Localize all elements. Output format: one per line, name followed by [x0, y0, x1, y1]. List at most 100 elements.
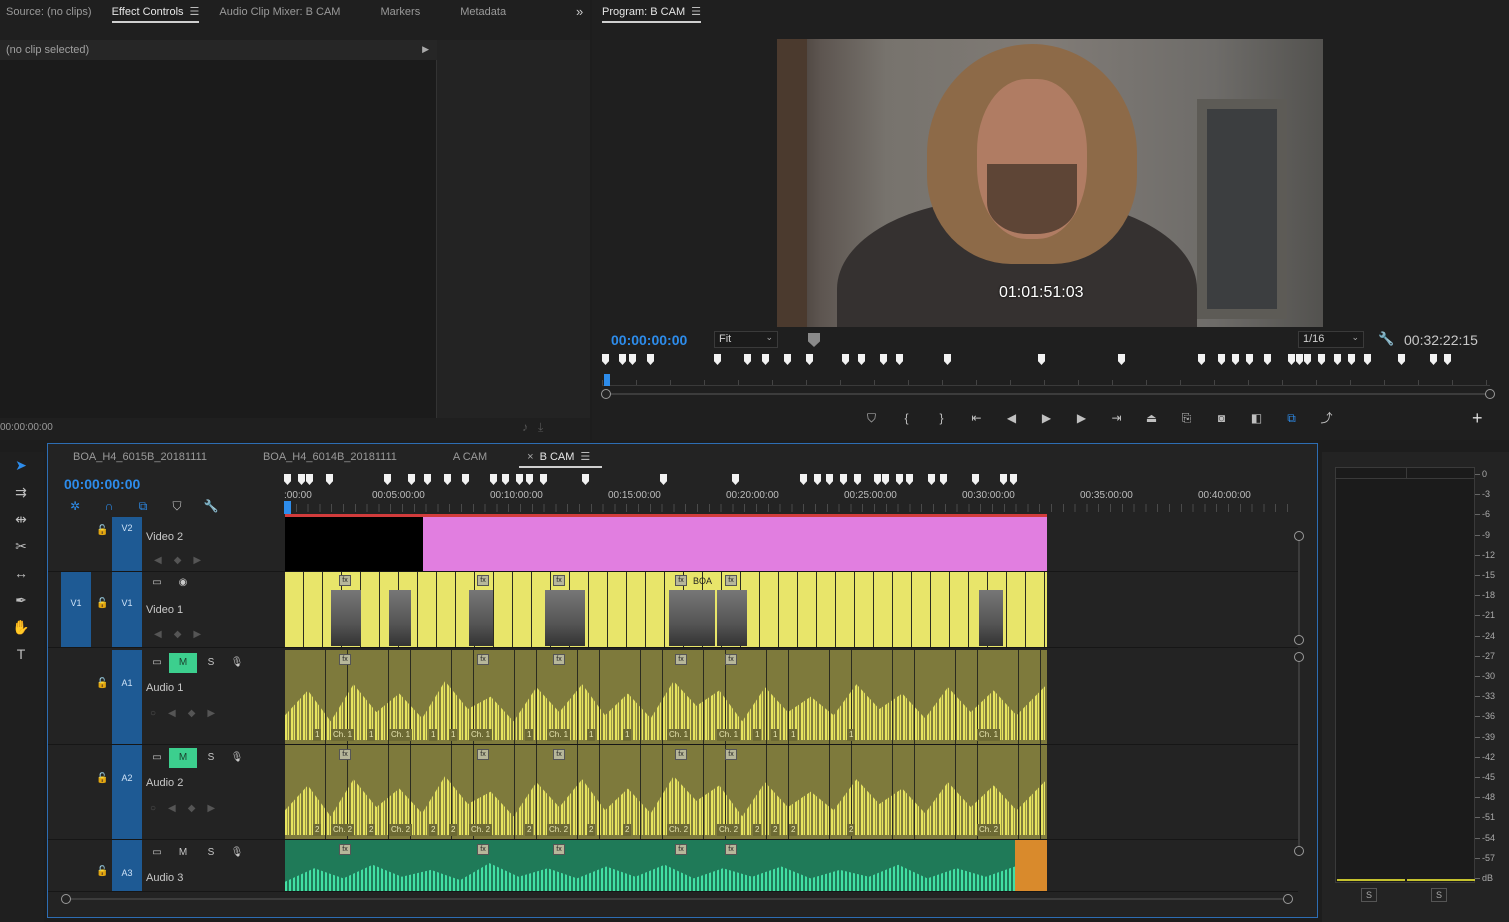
marker-icon[interactable] — [928, 474, 935, 485]
marker-icon[interactable] — [1246, 354, 1253, 365]
marker-icon[interactable] — [880, 354, 887, 365]
type-tool-icon[interactable]: T — [3, 641, 39, 668]
play-audio-icon[interactable]: ♪ — [522, 420, 538, 434]
marker-icon[interactable] — [826, 474, 833, 485]
marker-icon[interactable] — [424, 474, 431, 485]
clip-a3-orange[interactable] — [1015, 840, 1047, 891]
resolution-select[interactable]: 1/16 ⌄ — [1298, 331, 1364, 348]
marker-icon[interactable] — [1264, 354, 1271, 365]
track-target-a2[interactable]: A2 — [112, 745, 142, 839]
panel-menu-icon[interactable]: ☰ — [691, 0, 701, 24]
multicam-icon[interactable]: ⧉ — [1274, 408, 1309, 428]
fx-badge-icon[interactable]: fx — [339, 654, 351, 665]
lock-icon[interactable]: 🔓 — [96, 598, 108, 609]
tab-audio-clip-mixer[interactable]: Audio Clip Mixer: B CAM — [209, 0, 350, 26]
microphone-icon[interactable]: 🎙 — [228, 846, 246, 860]
timeline-playhead[interactable] — [284, 501, 291, 514]
tab-effect-controls[interactable]: Effect Controls ☰ — [102, 0, 210, 26]
track-target-v2[interactable]: V2 — [112, 517, 142, 571]
solo-button-a2[interactable]: S — [202, 751, 220, 765]
marker-icon[interactable] — [660, 474, 667, 485]
tab-sequence-6015b[interactable]: BOA_H4_6015B_20181111 — [63, 446, 229, 468]
clip-v2-pink[interactable] — [423, 517, 1047, 571]
add-button[interactable]: + — [1472, 408, 1483, 429]
marker-icon[interactable] — [1348, 354, 1355, 365]
wrench-icon[interactable]: 🔧 — [1378, 331, 1394, 347]
double-chevron-right-icon[interactable]: » — [566, 0, 593, 26]
panel-menu-icon[interactable]: ☰ — [580, 446, 590, 468]
marker-icon[interactable] — [762, 354, 769, 365]
marker-icon[interactable] — [540, 474, 547, 485]
marker-icon[interactable] — [896, 354, 903, 365]
marker-icon[interactable] — [1198, 354, 1205, 365]
marker-icon[interactable] — [306, 474, 313, 485]
marker-icon[interactable] — [744, 354, 751, 365]
fx-badge-icon[interactable]: fx — [339, 844, 351, 855]
play-icon[interactable]: ▶ — [1029, 408, 1064, 428]
tab-sequence-b-cam[interactable]: × B CAM ☰ — [509, 446, 612, 468]
go-to-in-icon[interactable]: ⇤ — [959, 408, 994, 428]
volume-keyframe-nav[interactable]: ○◀◆▶ — [150, 803, 227, 814]
marker-icon[interactable] — [1398, 354, 1405, 365]
program-playhead[interactable] — [604, 374, 610, 386]
ripple-edit-tool-icon[interactable]: ⇹ — [3, 506, 39, 533]
step-forward-icon[interactable]: ▶ — [1064, 408, 1099, 428]
marker-icon[interactable] — [284, 474, 291, 485]
snap-icon[interactable]: ∩ — [98, 497, 120, 515]
eye-icon[interactable]: ◉ — [174, 576, 192, 590]
marker-icon[interactable] — [972, 474, 979, 485]
fx-badge-icon[interactable]: fx — [675, 749, 687, 760]
tab-program[interactable]: Program: B CAM ☰ — [592, 0, 711, 26]
fx-badge-icon[interactable]: fx — [339, 749, 351, 760]
marker-icon[interactable] — [1000, 474, 1007, 485]
marker-icon[interactable] — [1304, 354, 1311, 365]
program-video-frame[interactable]: 01:01:51:03 — [777, 39, 1323, 327]
scroll-handle-top[interactable] — [1294, 531, 1304, 541]
nest-icon[interactable]: ✲ — [64, 497, 86, 515]
marker-icon[interactable] — [784, 354, 791, 365]
fx-badge-icon[interactable]: fx — [725, 844, 737, 855]
sync-lock-icon[interactable]: ▭ — [148, 656, 166, 670]
volume-keyframe-nav[interactable]: ○◀◆▶ — [150, 708, 227, 719]
marker-icon[interactable] — [944, 354, 951, 365]
sync-lock-icon[interactable]: ▭ — [148, 576, 166, 590]
scroll-handle-top[interactable] — [1294, 652, 1304, 662]
fx-badge-icon[interactable]: fx — [553, 749, 565, 760]
tab-sequence-a-cam[interactable]: A CAM — [419, 446, 509, 468]
scroll-handle-left[interactable] — [61, 894, 71, 904]
share-icon[interactable]: ⤴ — [1309, 408, 1344, 428]
lock-icon[interactable]: 🔓 — [96, 773, 108, 784]
fx-badge-icon[interactable]: fx — [725, 575, 737, 586]
fx-badge-icon[interactable]: fx — [339, 575, 351, 586]
step-back-icon[interactable]: ◀ — [994, 408, 1029, 428]
panel-menu-icon[interactable]: ☰ — [190, 0, 200, 24]
audio-vertical-scrollbar[interactable] — [1294, 652, 1304, 856]
marker-icon[interactable] — [1430, 354, 1437, 365]
solo-button-a1[interactable]: S — [202, 656, 220, 670]
mute-button-a1[interactable]: M — [169, 653, 197, 673]
sync-lock-icon[interactable]: ▭ — [148, 751, 166, 765]
fx-badge-icon[interactable]: fx — [675, 654, 687, 665]
program-time-ruler[interactable] — [602, 372, 1490, 386]
extract-icon[interactable]: ⎘ — [1169, 408, 1204, 428]
comparison-view-icon[interactable]: ◧ — [1239, 408, 1274, 428]
timeline-time-ruler[interactable]: :00:00 00:05:00:00 00:10:00:00 00:15:00:00 0… — [284, 488, 1296, 514]
marker-icon[interactable] — [602, 354, 609, 365]
marker-icon[interactable] — [1334, 354, 1341, 365]
program-zoom-scrollbar[interactable] — [601, 389, 1495, 399]
slip-tool-icon[interactable]: ↔ — [3, 560, 39, 587]
fx-badge-icon[interactable]: fx — [553, 575, 565, 586]
marker-icon[interactable] — [384, 474, 391, 485]
marker-icon[interactable] — [808, 333, 820, 347]
marker-icon[interactable] — [526, 474, 533, 485]
lift-icon[interactable]: ⏏ — [1134, 408, 1169, 428]
go-to-out-icon[interactable]: ⇥ — [1099, 408, 1134, 428]
solo-button-a3[interactable]: S — [202, 846, 220, 860]
track-target-a1[interactable]: A1 — [112, 650, 142, 744]
tab-metadata[interactable]: Metadata — [430, 0, 516, 26]
marker-icon[interactable] — [582, 474, 589, 485]
marker-icon[interactable] — [842, 354, 849, 365]
marker-icon[interactable] — [629, 354, 636, 365]
marker-icon[interactable] — [732, 474, 739, 485]
microphone-icon[interactable]: 🎙 — [228, 751, 246, 765]
